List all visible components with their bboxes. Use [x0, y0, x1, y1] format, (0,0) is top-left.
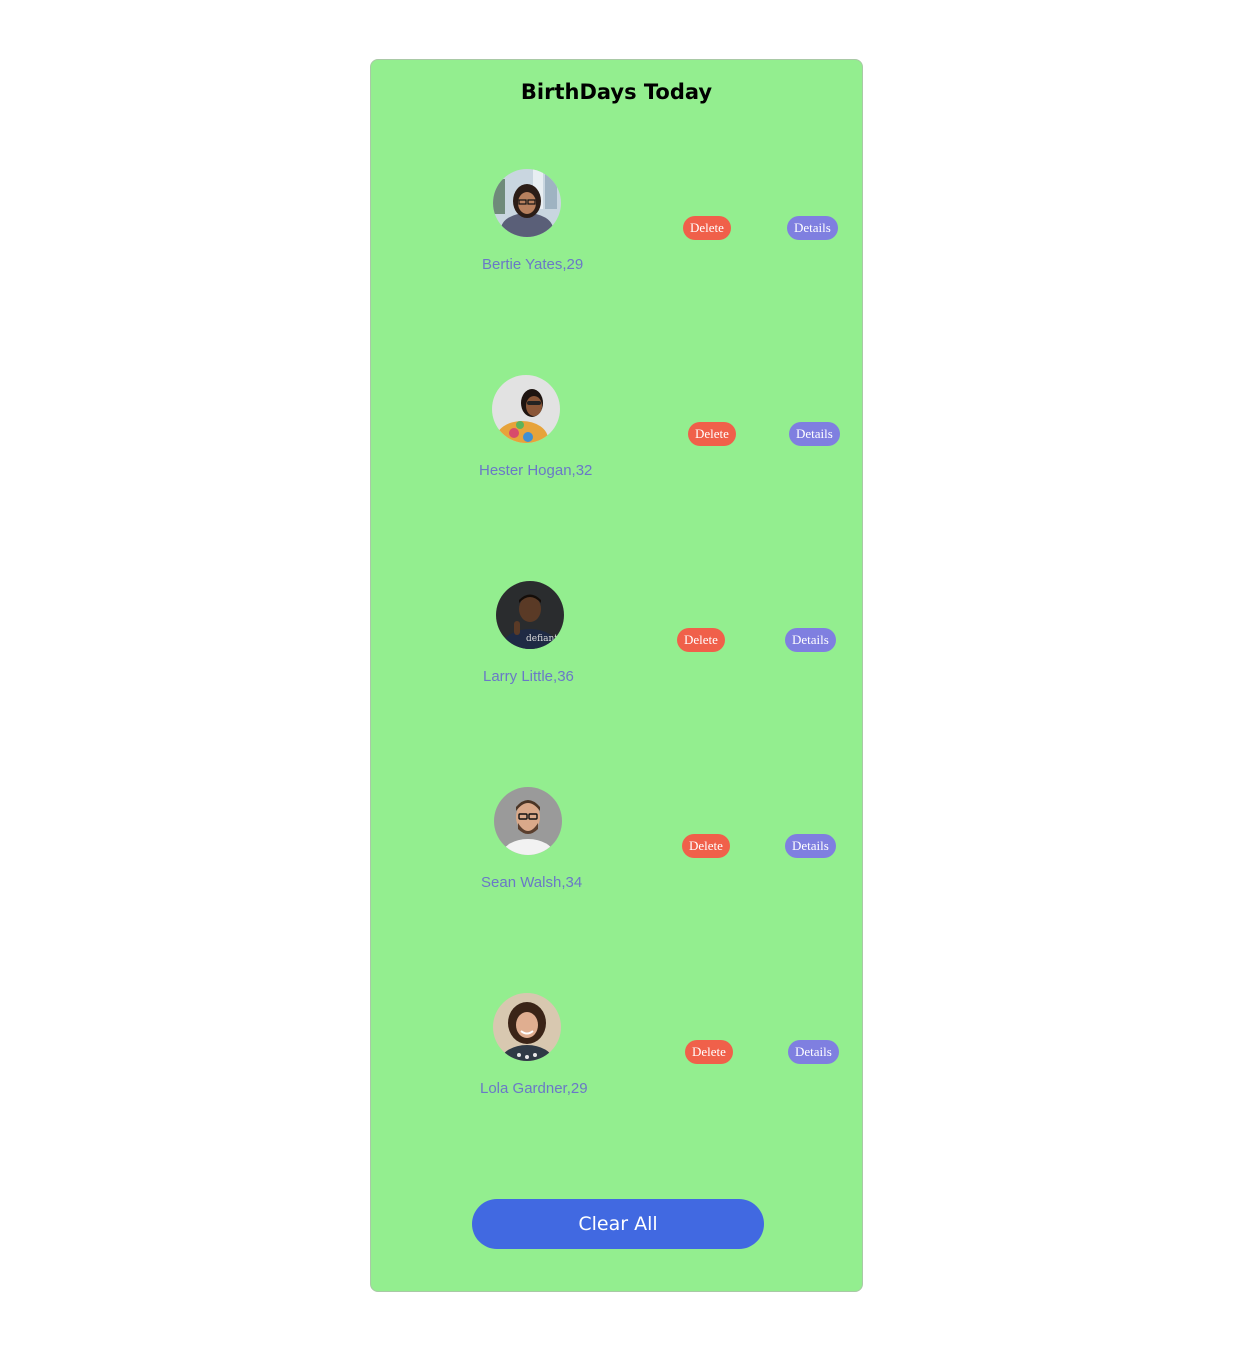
details-button[interactable]: Details	[787, 216, 838, 240]
person-name: Sean Walsh,34	[481, 874, 583, 891]
person-row: Lola Gardner,29 Delete Details	[371, 993, 862, 1133]
birthday-card: BirthDays Today Bertie Yates,29 Delete D…	[370, 59, 863, 1292]
details-button[interactable]: Details	[785, 834, 836, 858]
person-name: Hester Hogan,32	[479, 462, 593, 479]
avatar	[492, 375, 560, 443]
details-button[interactable]: Details	[788, 1040, 839, 1064]
details-button[interactable]: Details	[789, 422, 840, 446]
avatar: defiant	[496, 581, 564, 649]
person-row: defiant Larry Little,36 Delete Details	[371, 581, 862, 721]
clear-all-button[interactable]: Clear All	[472, 1199, 764, 1249]
details-button[interactable]: Details	[785, 628, 836, 652]
person-row: Sean Walsh,34 Delete Details	[371, 787, 862, 927]
delete-button[interactable]: Delete	[685, 1040, 733, 1064]
avatar	[494, 787, 562, 855]
delete-button[interactable]: Delete	[688, 422, 736, 446]
person-name: Bertie Yates,29	[482, 256, 584, 273]
avatar	[493, 993, 561, 1061]
delete-button[interactable]: Delete	[682, 834, 730, 858]
page-title: BirthDays Today	[520, 80, 713, 104]
person-name: Lola Gardner,29	[480, 1080, 588, 1097]
delete-button[interactable]: Delete	[677, 628, 725, 652]
person-row: Bertie Yates,29 Delete Details	[371, 169, 862, 309]
avatar	[493, 169, 561, 237]
delete-button[interactable]: Delete	[683, 216, 731, 240]
person-row: Hester Hogan,32 Delete Details	[371, 375, 862, 515]
svg-text:defiant: defiant	[526, 634, 558, 644]
person-name: Larry Little,36	[483, 668, 574, 685]
